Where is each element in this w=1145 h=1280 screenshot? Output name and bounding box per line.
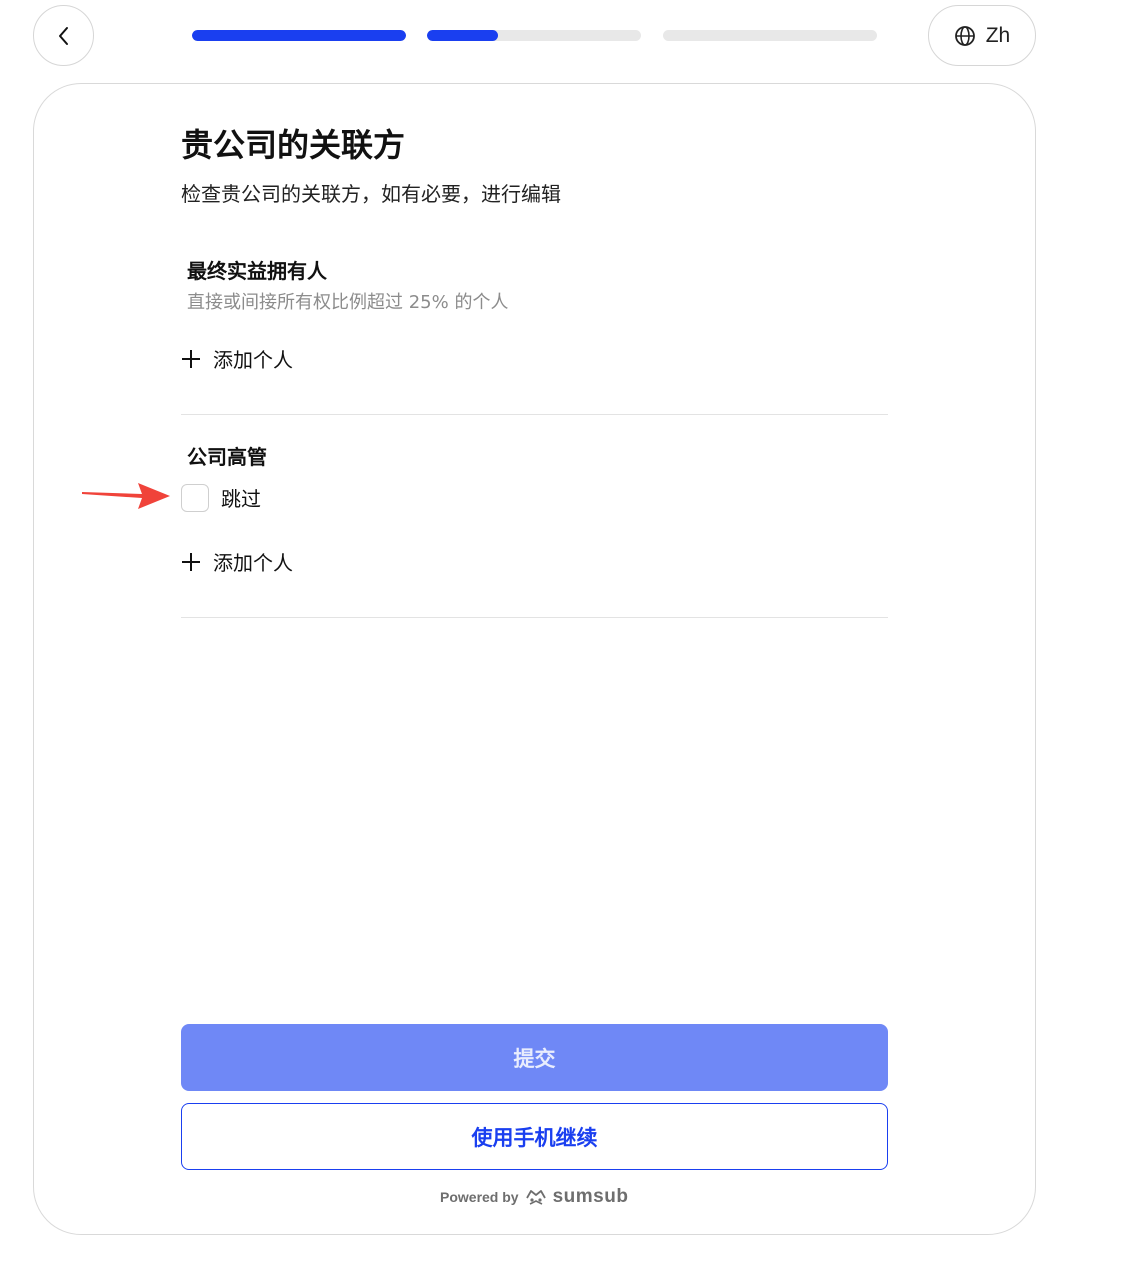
submit-button[interactable]: 提交 <box>181 1024 888 1091</box>
ubo-section-description: 直接或间接所有权比例超过 25% 的个人 <box>187 292 509 313</box>
progress-step-1 <box>192 30 406 41</box>
powered-by-footer: Powered by sumsub <box>440 1186 628 1208</box>
globe-icon <box>954 25 975 46</box>
progress-step-2 <box>427 30 641 41</box>
plus-icon <box>182 349 200 368</box>
progress-step-3 <box>663 30 877 41</box>
skip-option[interactable]: 跳过 <box>181 483 261 512</box>
skip-label: 跳过 <box>221 487 261 511</box>
chevron-left-icon <box>58 26 68 45</box>
sumsub-logo-icon <box>525 1190 546 1205</box>
add-ubo-button[interactable]: 添加个人 <box>181 344 293 373</box>
language-selector[interactable]: Zh <box>928 5 1036 66</box>
continue-on-mobile-button[interactable]: 使用手机继续 <box>181 1103 888 1170</box>
main-card: 贵公司的关联方 检查贵公司的关联方，如有必要，进行编辑 最终实益拥有人 直接或间… <box>33 83 1036 1235</box>
back-button[interactable] <box>33 5 94 66</box>
skip-checkbox[interactable] <box>181 483 209 512</box>
progress-fill <box>192 30 406 41</box>
progress-fill <box>427 30 498 41</box>
page-subtitle: 检查贵公司的关联方，如有必要，进行编辑 <box>181 182 561 206</box>
page-title: 贵公司的关联方 <box>181 126 406 164</box>
powered-by-text: Powered by <box>440 1189 519 1205</box>
annotation-arrow-icon <box>82 483 170 509</box>
brand-name: sumsub <box>552 1186 629 1207</box>
plus-icon <box>182 552 200 571</box>
ubo-section-title: 最终实益拥有人 <box>187 259 327 283</box>
section-divider <box>181 617 888 618</box>
executives-section-title: 公司高管 <box>187 445 267 469</box>
add-executive-button[interactable]: 添加个人 <box>181 547 293 576</box>
language-label: Zh <box>985 23 1011 47</box>
add-executive-label: 添加个人 <box>213 551 293 575</box>
add-ubo-label: 添加个人 <box>213 348 293 372</box>
section-divider <box>181 414 888 415</box>
